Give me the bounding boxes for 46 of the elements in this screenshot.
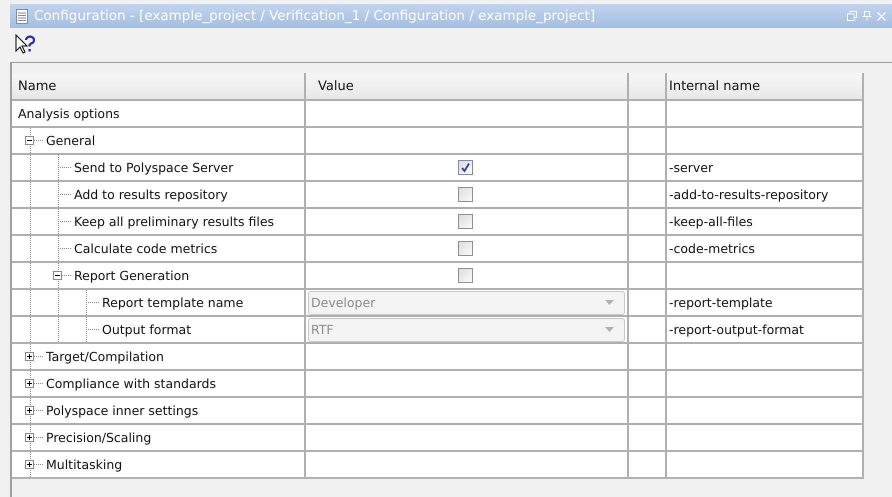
table-cell [629, 425, 667, 452]
collapse-icon[interactable] [25, 136, 34, 145]
table-cell [629, 101, 667, 128]
help-cursor-icon[interactable] [14, 34, 36, 56]
internal-name: -report-output-format [669, 322, 804, 337]
checkbox[interactable] [458, 268, 473, 283]
internal-name: -keep-all-files [669, 214, 753, 229]
internal-name: -report-template [669, 295, 773, 310]
table-cell [629, 344, 667, 371]
table-cell [629, 371, 667, 398]
expand-icon[interactable] [25, 460, 34, 469]
checkbox[interactable] [458, 241, 473, 256]
option-label[interactable]: Report Generation [72, 268, 190, 283]
caret-icon [605, 300, 614, 305]
option-label[interactable]: Analysis options [16, 106, 120, 121]
window-title: Configuration - [example_project / Verification_1 / Configuration / example_project] [34, 8, 596, 24]
table-cell [629, 128, 667, 155]
checkbox[interactable] [458, 187, 473, 202]
column-header[interactable]: Name [12, 73, 306, 101]
option-label[interactable]: Send to Polyspace Server [72, 160, 234, 175]
column-header[interactable]: Internal name [667, 73, 864, 101]
table-cell [629, 452, 667, 479]
column-header [629, 73, 667, 101]
expand-icon[interactable] [25, 352, 34, 361]
caret-icon [605, 327, 614, 332]
internal-name: -code-metrics [669, 241, 755, 256]
option-label[interactable]: Keep all preliminary results files [72, 214, 274, 229]
checkbox[interactable] [458, 214, 473, 229]
internal-name: -add-to-results-repository [669, 187, 828, 202]
document-icon [16, 8, 28, 24]
collapse-icon[interactable] [53, 271, 62, 280]
option-label[interactable]: Precision/Scaling [44, 430, 152, 445]
expand-icon[interactable] [25, 379, 34, 388]
option-label[interactable]: Add to results repository [72, 187, 228, 202]
internal-name: -server [669, 160, 714, 175]
option-label[interactable]: Target/Compilation [44, 349, 164, 364]
option-label[interactable]: General [44, 133, 96, 148]
expand-icon[interactable] [25, 433, 34, 442]
option-label[interactable]: Compliance with standards [44, 376, 216, 391]
expand-icon[interactable] [25, 406, 34, 415]
checkbox[interactable] [458, 160, 473, 175]
column-header[interactable]: Value [306, 73, 629, 101]
option-label[interactable]: Multitasking [44, 457, 122, 472]
option-label[interactable]: Calculate code metrics [72, 241, 218, 256]
option-label[interactable]: Polyspace inner settings [44, 403, 198, 418]
table-cell [629, 398, 667, 425]
